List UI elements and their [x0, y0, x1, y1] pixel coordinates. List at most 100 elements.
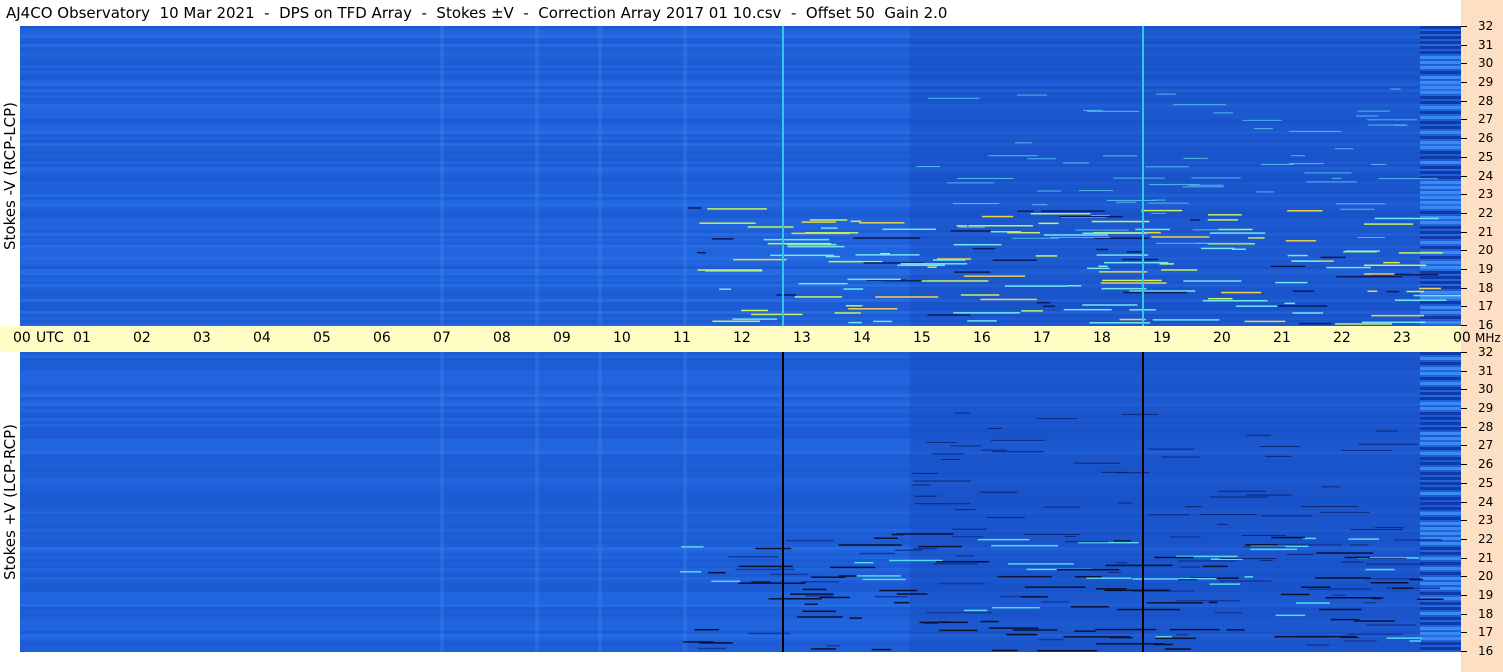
emission-streak — [1365, 563, 1424, 565]
emission-streak — [1023, 533, 1080, 535]
spectrogram-stripe — [1420, 51, 1461, 54]
emission-streak — [732, 318, 777, 320]
spectrogram-column — [535, 352, 539, 652]
spectrogram-column — [683, 26, 687, 326]
emission-streak — [1248, 237, 1265, 239]
emission-streak — [873, 320, 893, 323]
emission-streak — [1292, 312, 1324, 314]
emission-streak — [798, 282, 848, 285]
emission-streak — [991, 451, 1045, 453]
emission-streak — [1398, 252, 1443, 254]
emission-streak — [850, 220, 862, 223]
emission-streak — [801, 581, 840, 583]
emission-streak — [964, 609, 988, 612]
spectrogram-stripe — [1420, 86, 1461, 89]
emission-streak — [912, 472, 939, 474]
spectrogram-stripe — [1420, 402, 1461, 405]
emission-streak — [1219, 580, 1272, 582]
frequency-tick-label: 31 — [1478, 364, 1494, 378]
time-axis-bar: 00 UTC 01 02 03 04 05 06 07 08 09 10 11 12 13 14 15 16 17 1… — [0, 326, 1471, 352]
emission-streak — [1191, 177, 1241, 179]
bottom-panel-label: Stokes +V (LCP-RCP) — [1, 424, 19, 580]
spectrogram-stripe — [1420, 76, 1461, 79]
emission-streak — [847, 278, 901, 281]
emission-streak — [1275, 281, 1308, 284]
frequency-tick — [1461, 464, 1467, 465]
frequency-tick — [1461, 269, 1467, 270]
emission-streak — [1064, 541, 1108, 543]
time-tick-label: 20 — [1213, 330, 1231, 346]
emission-streak — [1286, 553, 1314, 555]
frequency-tick-label: 20 — [1478, 243, 1494, 257]
emission-streak — [1261, 515, 1312, 517]
emission-streak — [1221, 291, 1262, 294]
spectrogram-stripe — [1420, 592, 1461, 595]
emission-streak — [1087, 110, 1140, 112]
emission-streak — [1192, 229, 1243, 231]
emission-streak — [751, 581, 771, 583]
emission-streak — [987, 427, 1003, 429]
spectrogram-stripe — [1420, 66, 1461, 69]
emission-streak — [1021, 310, 1043, 312]
frequency-tick — [1461, 213, 1467, 214]
emission-streak — [879, 589, 918, 592]
emission-streak — [1370, 163, 1387, 165]
emission-streak — [751, 313, 803, 316]
emission-streak — [1314, 577, 1371, 579]
frequency-tick-label: 30 — [1478, 56, 1494, 70]
frequency-unit-label: MHz — [1475, 331, 1501, 345]
spectrogram-stripe — [1420, 462, 1461, 465]
emission-streak — [1208, 297, 1233, 300]
spectrogram-stripe — [1420, 437, 1461, 440]
emission-streak — [1271, 536, 1306, 539]
emission-streak — [1109, 636, 1133, 639]
emission-streak — [1294, 260, 1321, 262]
spectrogram-stripe — [1420, 221, 1461, 224]
emission-streak — [1341, 449, 1393, 451]
spectrogram-region — [910, 352, 1420, 652]
emission-streak — [1246, 434, 1271, 436]
emission-streak — [1059, 215, 1123, 218]
frequency-tick-label: 24 — [1478, 169, 1494, 183]
spectrogram-stripe — [1420, 577, 1461, 580]
spectrogram-stripe — [1420, 46, 1461, 49]
emission-streak — [980, 298, 1037, 301]
emission-streak — [1335, 203, 1386, 205]
spectrogram-stripe — [1420, 316, 1461, 319]
frequency-tick-label: 25 — [1478, 476, 1494, 490]
emission-streak — [960, 294, 1000, 296]
frequency-tick — [1461, 250, 1467, 251]
emission-streak — [896, 533, 954, 535]
emission-streak — [1288, 163, 1324, 165]
emission-streak — [1207, 214, 1242, 216]
emission-streak — [1095, 588, 1127, 590]
emission-streak — [1409, 578, 1423, 581]
emission-streak — [1098, 271, 1148, 273]
emission-streak — [972, 247, 996, 250]
emission-streak — [1117, 608, 1180, 611]
spectrogram-stripe — [1420, 457, 1461, 460]
time-tick-label: 13 — [793, 330, 811, 346]
emission-streak — [1106, 199, 1157, 201]
emission-streak — [711, 238, 734, 240]
emission-streak — [1326, 266, 1371, 269]
emission-streak — [1103, 261, 1169, 264]
emission-streak — [1011, 237, 1059, 239]
emission-streak — [1014, 142, 1032, 144]
spectrogram-stripe — [1420, 637, 1461, 640]
emission-streak — [1108, 571, 1122, 573]
time-tick-label: 00 — [13, 330, 31, 346]
emission-streak — [719, 288, 732, 290]
emission-streak — [939, 629, 978, 632]
emission-streak — [1330, 618, 1360, 621]
emission-streak — [1121, 413, 1159, 415]
emission-streak — [802, 610, 836, 613]
emission-streak — [1024, 586, 1086, 588]
emission-streak — [1242, 546, 1286, 548]
emission-streak — [918, 545, 962, 548]
emission-streak — [711, 580, 741, 583]
frequency-tick — [1461, 288, 1467, 289]
emission-streak — [1394, 299, 1447, 301]
top-frequency-axis: 32 31 30 29 28 27 26 25 24 23 22 21 20 19 18 17 16 — [1461, 20, 1503, 331]
emission-streak — [1006, 633, 1038, 636]
